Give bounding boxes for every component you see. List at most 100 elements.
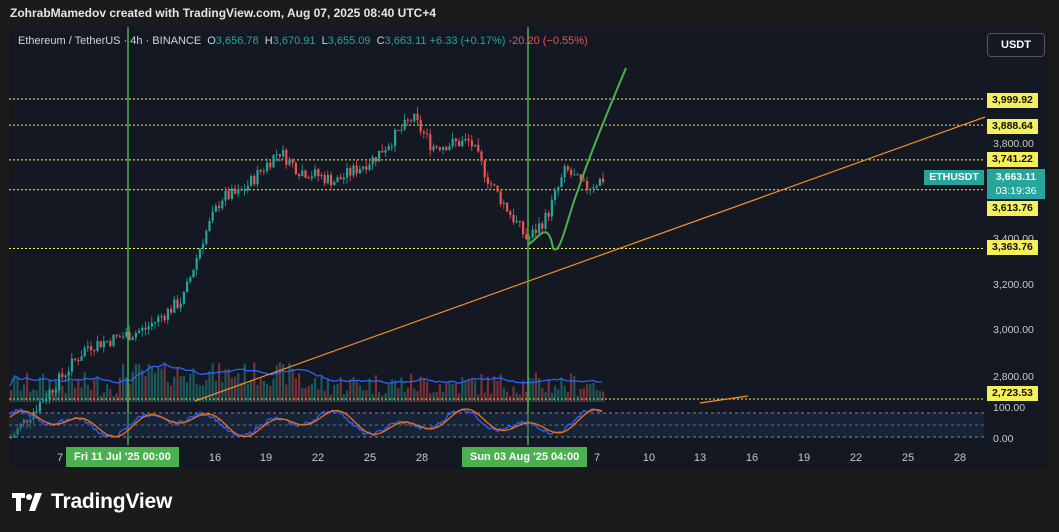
- volume-bar: [541, 387, 544, 402]
- volume-bar: [467, 378, 470, 402]
- volume-bar: [557, 388, 560, 402]
- volume-bar: [573, 376, 576, 402]
- volume-bar: [570, 373, 573, 402]
- ticker-label: ETHUSDT: [924, 170, 984, 185]
- volume-bar: [125, 377, 128, 402]
- time-tick: 25: [363, 452, 377, 464]
- volume-bar: [387, 384, 390, 402]
- volume-bar: [160, 368, 163, 402]
- brand-name: TradingView: [51, 490, 173, 513]
- candle-body: [54, 390, 57, 393]
- volume-bar: [422, 377, 425, 402]
- volume-bar: [272, 378, 275, 402]
- candle-body: [576, 174, 579, 176]
- volume-bar: [195, 383, 198, 402]
- level-badge-3999[interactable]: 3,999.92: [987, 93, 1038, 108]
- volume-bar: [192, 368, 195, 402]
- candle-body: [438, 147, 441, 150]
- volume-bar: [518, 394, 521, 402]
- volume-bar: [595, 389, 598, 402]
- candle-body: [147, 326, 150, 330]
- high-value: 3,670.91: [272, 35, 316, 47]
- level-badge-3888[interactable]: 3,888.64: [987, 119, 1038, 134]
- candle-body: [314, 169, 317, 177]
- level-badge-3363[interactable]: 3,363.76: [987, 240, 1038, 255]
- candle-body: [243, 190, 246, 192]
- volume-bar: [246, 383, 249, 402]
- volume-bar: [554, 385, 557, 402]
- volume-bar: [589, 384, 592, 402]
- candle-body: [368, 164, 371, 170]
- time-tick: 22: [311, 452, 325, 464]
- volume-bar: [77, 378, 80, 402]
- symbol-name[interactable]: Ethereum / TetherUS · 4h · BINANCE: [18, 35, 201, 47]
- tradingview-logo[interactable]: TradingView: [12, 490, 172, 514]
- candle-body: [221, 200, 224, 209]
- candle-body: [493, 184, 496, 186]
- volume-bar: [182, 375, 185, 402]
- candle-body: [237, 188, 240, 194]
- candle-body: [166, 308, 169, 320]
- candle-body: [269, 162, 272, 168]
- candle-body: [374, 157, 377, 162]
- volume-bar: [294, 378, 297, 402]
- volume-bar: [154, 372, 157, 402]
- volume-bar: [502, 387, 505, 402]
- volume-bar: [144, 376, 147, 402]
- volume-bar: [170, 385, 173, 402]
- candle-body: [192, 269, 195, 278]
- volume-bar: [416, 390, 419, 402]
- currency-button[interactable]: USDT: [987, 33, 1045, 57]
- candle-body: [179, 303, 182, 308]
- candle-body: [246, 185, 249, 191]
- candle-body: [531, 229, 534, 238]
- volume-bar: [29, 391, 32, 402]
- volume-bar: [336, 384, 339, 402]
- candle-body: [42, 401, 45, 403]
- candle-body: [406, 119, 409, 121]
- level-badge-2723[interactable]: 2,723.53: [987, 386, 1038, 401]
- candle-body: [563, 166, 566, 178]
- volume-bar: [333, 385, 336, 402]
- candle-body: [560, 177, 563, 188]
- symbol-legend[interactable]: Ethereum / TetherUS · 4h · BINANCE O3,65…: [18, 35, 588, 47]
- candle-body: [349, 168, 352, 176]
- time-tick: 22: [849, 452, 863, 464]
- candle-body: [224, 190, 227, 201]
- candle-body: [429, 134, 432, 151]
- volume-bar: [259, 378, 262, 402]
- candle-body: [195, 258, 198, 270]
- candle-body: [240, 188, 243, 191]
- candle-body: [67, 371, 70, 376]
- tradingview-logo-icon: [12, 493, 42, 511]
- time-tick: 19: [797, 452, 811, 464]
- volume-bar: [464, 380, 467, 402]
- volume-bar: [419, 376, 422, 402]
- candle-body: [250, 175, 253, 186]
- volume-bar: [317, 389, 320, 402]
- level-badge-3613[interactable]: 3,613.76: [987, 201, 1038, 216]
- volume-bar: [19, 390, 22, 402]
- candle-body: [589, 188, 592, 191]
- axis-label-3800: 3,800.00: [993, 138, 1034, 150]
- volume-bar: [534, 372, 537, 402]
- open-value: 3,656.78: [215, 35, 259, 47]
- volume-bar: [474, 380, 477, 402]
- projection-path: [527, 67, 627, 251]
- candle-body: [288, 159, 291, 165]
- volume-bar: [134, 364, 137, 402]
- volume-bar: [483, 392, 486, 402]
- time-tick: 16: [208, 452, 222, 464]
- volume-bar: [275, 365, 278, 402]
- time-marker-badge-1[interactable]: Fri 11 Jul '25 00:00: [66, 447, 179, 467]
- volume-bar: [115, 393, 118, 402]
- volume-bar: [122, 363, 125, 402]
- candle-body: [144, 327, 147, 330]
- time-tick: 7: [56, 452, 64, 464]
- candle-body: [458, 141, 461, 147]
- level-badge-3741[interactable]: 3,741.22: [987, 152, 1038, 167]
- volume-bar: [70, 380, 73, 402]
- volume-bar: [307, 386, 310, 402]
- volume-bar: [230, 377, 233, 402]
- time-marker-badge-2[interactable]: Sun 03 Aug '25 04:00: [462, 447, 588, 467]
